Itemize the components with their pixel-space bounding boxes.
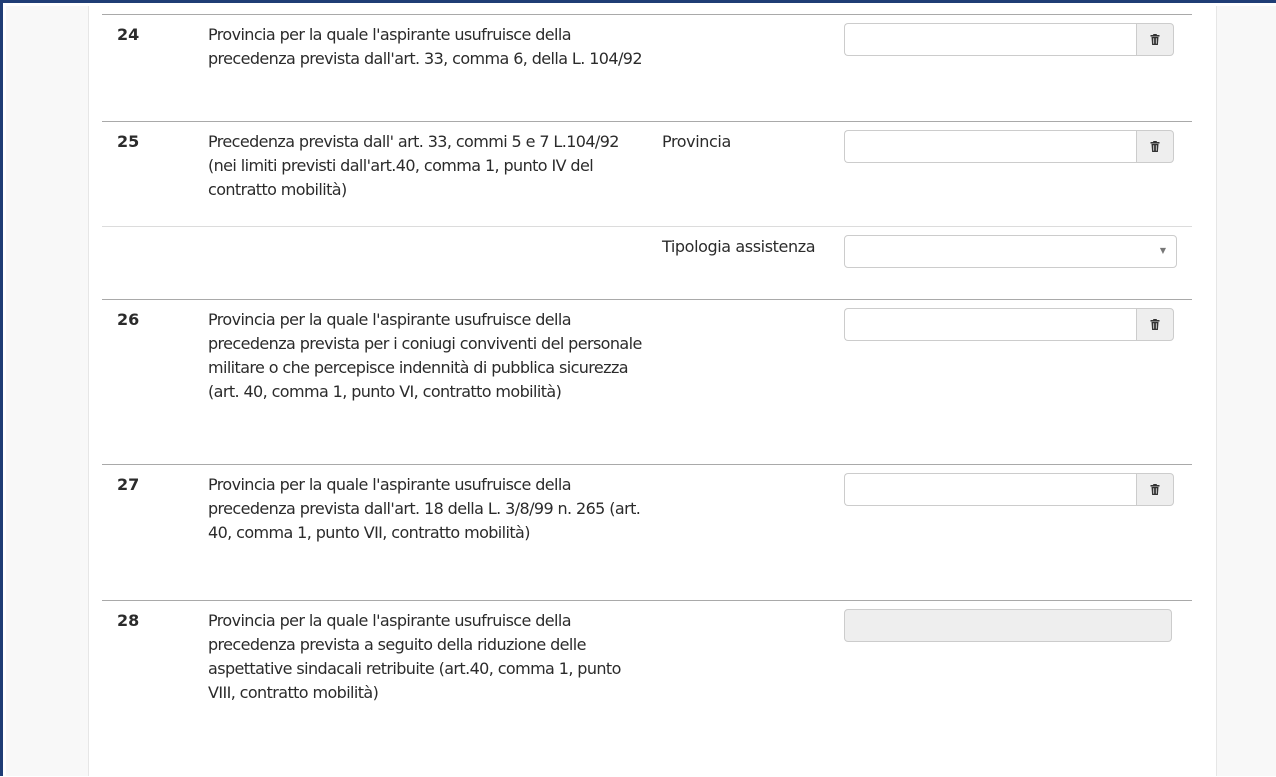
caret-down-icon: ▼ — [1159, 246, 1166, 255]
table-row: 27 Provincia per la quale l'aspirante us… — [102, 464, 1192, 601]
provincia-label: Provincia — [662, 132, 731, 151]
trash-icon — [1150, 141, 1160, 152]
table-row: 26 Provincia per la quale l'aspirante us… — [102, 299, 1192, 465]
clear-button[interactable] — [1136, 308, 1174, 341]
provincia-input[interactable] — [844, 308, 1136, 341]
table-row: 24 Provincia per la quale l'aspirante us… — [102, 14, 1192, 121]
clear-button[interactable] — [1136, 23, 1174, 56]
row-description: Provincia per la quale l'aspirante usufr… — [208, 475, 641, 542]
row-number: 24 — [117, 25, 140, 44]
page-background-left — [6, 6, 88, 776]
provincia-input[interactable] — [844, 130, 1136, 163]
provincia-input-group — [844, 308, 1174, 341]
trash-icon — [1150, 319, 1160, 330]
tipologia-assistenza-select[interactable]: ▼ — [844, 235, 1177, 268]
row-description: Precedenza prevista dall' art. 33, commi… — [208, 132, 619, 199]
row-number: 26 — [117, 310, 140, 329]
provincia-input-disabled — [844, 609, 1172, 642]
row-number: 25 — [117, 132, 140, 151]
trash-icon — [1150, 484, 1160, 495]
provincia-input-group — [844, 473, 1174, 506]
provincia-input[interactable] — [844, 473, 1136, 506]
row-description: Provincia per la quale l'aspirante usufr… — [208, 611, 621, 702]
table-row: 25 Precedenza prevista dall' art. 33, co… — [102, 121, 1192, 226]
provincia-input-group — [844, 23, 1174, 56]
row-number: 27 — [117, 475, 140, 494]
provincia-input-group — [844, 130, 1174, 163]
trash-icon — [1150, 34, 1160, 45]
row-description: Provincia per la quale l'aspirante usufr… — [208, 25, 643, 68]
row-description: Provincia per la quale l'aspirante usufr… — [208, 310, 642, 401]
clear-button[interactable] — [1136, 130, 1174, 163]
provincia-input[interactable] — [844, 23, 1136, 56]
page-background-right — [1215, 6, 1276, 776]
clear-button[interactable] — [1136, 473, 1174, 506]
table-row: 28 Provincia per la quale l'aspirante us… — [102, 600, 1192, 777]
table-row: Tipologia assistenza ▼ — [102, 226, 1192, 299]
row-number: 28 — [117, 611, 140, 630]
tipologia-assistenza-label: Tipologia assistenza — [662, 237, 816, 256]
